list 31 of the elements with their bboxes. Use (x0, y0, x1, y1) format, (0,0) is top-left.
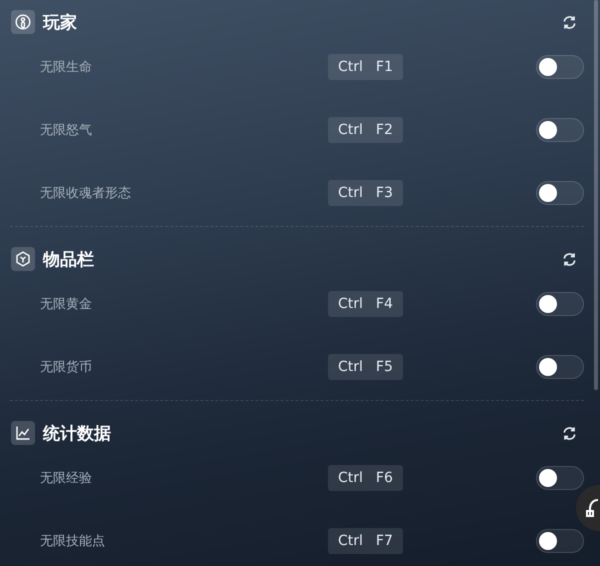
line-chart-icon (15, 425, 31, 441)
refresh-icon[interactable] (562, 252, 577, 266)
cube-icon (15, 251, 31, 267)
cheat-label: 无限生命 (39, 58, 93, 76)
hotkey-badge: Ctrl F2 (328, 116, 403, 142)
toggle-switch[interactable] (536, 54, 584, 78)
cheat-label: 无限怒气 (39, 122, 93, 138)
hotkey-badge: Ctrl F1 (328, 54, 403, 80)
cheat-label: 无限货币 (39, 358, 93, 376)
hotkey-badge: Ctrl F3 (328, 180, 403, 206)
toggle-switch[interactable] (536, 292, 584, 316)
person-icon (15, 14, 31, 30)
hotkey-badge: Ctrl F5 (328, 354, 403, 380)
toggle-switch[interactable] (536, 528, 584, 552)
section-title: 统计数据 (43, 422, 112, 444)
refresh-icon[interactable] (562, 14, 577, 30)
cheat-label: 无限黄金 (39, 296, 93, 312)
cheat-label: 无限收魂者形态 (39, 184, 132, 202)
cheat-label: 无限技能点 (39, 532, 106, 550)
hotkey-badge: Ctrl F6 (328, 464, 403, 490)
toggle-switch[interactable] (536, 118, 584, 142)
hotkey-badge: Ctrl F7 (328, 528, 403, 554)
cheat-label: 无限经验 (39, 470, 93, 486)
refresh-icon[interactable] (562, 426, 577, 440)
section-title: 物品栏 (43, 248, 95, 270)
toggle-switch[interactable] (536, 180, 584, 204)
toggle-switch[interactable] (536, 354, 584, 378)
hotkey-badge: Ctrl F4 (328, 290, 403, 316)
scrollbar-thumb[interactable] (594, 0, 598, 390)
section-title: 玩家 (43, 12, 78, 34)
toggle-switch[interactable] (536, 466, 584, 490)
